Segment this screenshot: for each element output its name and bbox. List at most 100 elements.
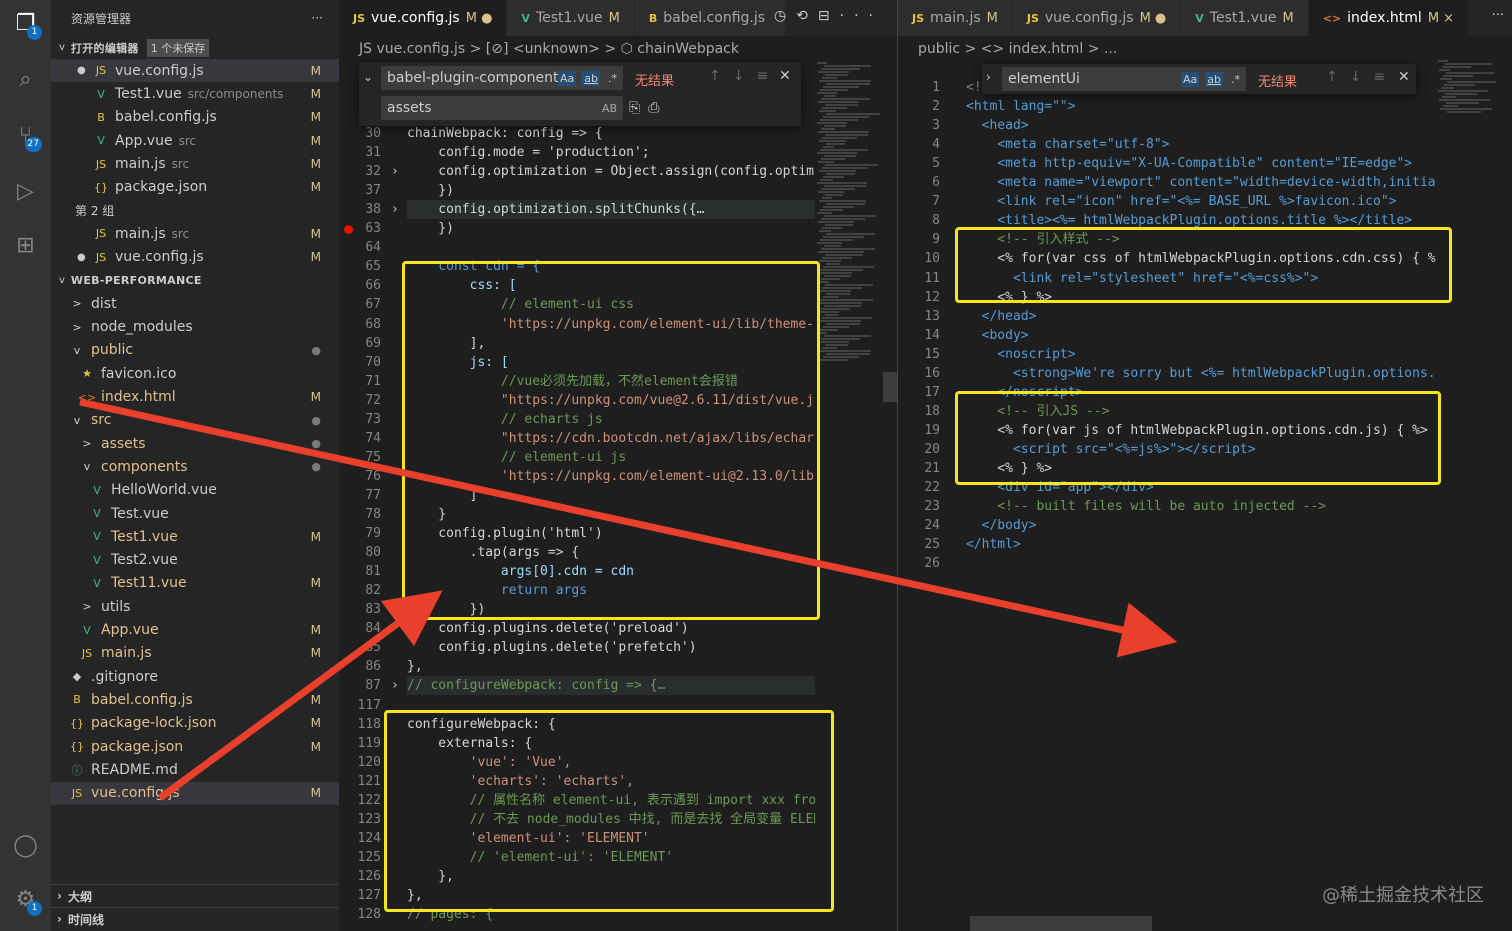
code-line: }) [407,602,486,618]
line-number: 38 [365,202,381,218]
tab-main-js[interactable]: JS main.js M [898,0,1013,36]
outline-section[interactable]: › 大纲 [51,884,339,907]
more-actions-icon[interactable]: ··· [312,11,323,25]
file-tree-item[interactable]: {} package.json M [51,735,339,758]
file-tree-item[interactable]: V Test1.vue M [51,525,339,548]
fold-chevron-icon[interactable]: › [391,162,399,181]
source-control-icon[interactable]: ⑂ 27 [0,112,51,158]
open-editor-item[interactable]: {} package.json M [51,176,339,199]
tab-index-html[interactable]: <> index.html M × [1308,0,1470,36]
open-editor-item[interactable]: V Test1.vue src/components M [51,83,339,106]
line-number: 2 [932,99,940,115]
code-line: config.plugin('html') [407,526,603,542]
explorer-sidebar: 资源管理器 ··· v 打开的编辑器 1 个未保存 ● JS vue.config.js M V… [51,0,339,931]
gear-icon[interactable]: ⚙ 1 [0,876,51,922]
file-tree-item[interactable]: V Test2.vue [51,549,339,572]
breadcrumb-right[interactable]: public > <> index.html > ... [898,36,1512,62]
file-tree-item[interactable]: > node_modules [51,316,339,339]
open-editor-item[interactable]: ● JS vue.config.js M [51,59,339,83]
tab-Test1-vue[interactable]: V Test1.vue M [1181,0,1309,36]
tab-Test1-vue[interactable]: V Test1.vue M [507,0,635,36]
file-tree-item[interactable]: {} package-lock.json M [51,712,339,735]
account-icon[interactable]: ◯ [0,822,51,868]
toggle-replace-icon[interactable]: › [986,70,991,84]
open-editor-item[interactable]: V App.vue src M [51,129,339,152]
search-icon[interactable]: ⌕ [0,56,51,102]
file-tree-item[interactable]: JS main.js M [51,642,339,665]
tab-vue-config-js[interactable]: JS vue.config.js M ● [339,0,508,36]
file-tree-item[interactable]: v src ● [51,409,339,432]
open-editor-item[interactable]: Bbabel.config.js M [51,106,339,129]
code-line: }, [407,888,423,903]
file-tree-item[interactable]: <> index.html M [51,386,339,409]
project-section[interactable]: v WEB-PERFORMANCE [51,269,339,292]
minimap-left[interactable] [817,62,887,382]
line-number: 11 [924,270,940,286]
file-tree-item[interactable]: > dist [51,292,339,315]
code-line: </body> [966,518,1037,534]
file-tree-item[interactable]: Bbabel.config.js M [51,688,339,711]
file-tree-item[interactable]: V HelloWorld.vue [51,479,339,502]
editor-actions[interactable]: ◷⟲⊟··· [774,8,883,24]
regex-toggle[interactable]: .* [606,71,619,86]
extensions-icon[interactable]: ⊞ [0,222,51,268]
file-tree-item[interactable]: v components ● [51,455,339,478]
code-line: config.plugins.delete('preload') [407,621,689,637]
open-editor-item[interactable]: JS main.js src M [51,153,339,176]
scrollbar-left[interactable] [883,62,897,931]
breakpoint-icon[interactable] [344,225,353,234]
regex-toggle[interactable]: .* [1229,72,1242,87]
find-input-right[interactable]: elementUi Aa ab .* [1002,67,1246,91]
settings-badge: 1 [27,901,42,916]
file-tree-item[interactable]: > utils [51,595,339,618]
line-number: 14 [924,327,940,343]
find-nav-buttons[interactable]: ↑↓≡ [709,68,780,84]
line-number: 121 [357,773,381,789]
preserve-case-toggle[interactable]: AB [602,102,617,115]
code-line: config.optimization.splitChunks({… [407,200,815,220]
close-icon[interactable]: ✕ [779,68,791,84]
file-tree-item[interactable]: ◆ .gitignore [51,665,339,688]
replace-input[interactable]: assets AB [381,96,623,120]
code-line: } [407,507,447,522]
whole-word-toggle[interactable]: ab [582,70,600,86]
match-case-toggle[interactable]: Aa [558,70,577,86]
breadcrumb-left[interactable]: JS vue.config.js > [⊘] <unknown> > ⬡ cha… [339,36,897,62]
match-case-toggle[interactable]: Aa [1181,71,1200,87]
file-tree-item[interactable]: V Test.vue [51,502,339,525]
open-editor-item[interactable]: ● JS vue.config.js M [51,246,339,269]
line-number: 64 [365,240,381,256]
file-tree-item[interactable]: ★ favicon.ico [51,362,339,385]
open-editors-section[interactable]: v 打开的编辑器 1 个未保存 [51,36,339,59]
tab-vue-config-js[interactable]: JS vue.config.js M ● [1012,0,1182,36]
find-nav-buttons-right[interactable]: ↑↓≡ [1326,69,1397,85]
find-input[interactable]: babel-plugin-component Aa ab .* [381,66,623,90]
tab-babel-config-js[interactable]: Bbabel.config.js [634,0,787,36]
fold-chevron-icon[interactable]: › [391,200,399,219]
code-line: // 属性名称 element-ui, 表示遇到 import xxx from [407,792,815,808]
file-tree-item[interactable]: V Test11.vue M [51,572,339,595]
whole-word-toggle[interactable]: ab [1205,71,1223,87]
run-debug-icon[interactable]: ▷ [0,168,51,214]
explorer-icon[interactable]: ❐ 1 [0,0,51,46]
more-actions-icon[interactable]: ··· [1492,8,1504,23]
file-tree-item[interactable]: V App.vue M [51,619,339,642]
horizontal-scrollbar[interactable] [970,916,1152,931]
file-tree-item[interactable]: ⓘ README.md [51,758,339,781]
line-number: 120 [357,754,381,770]
line-number: 117 [357,697,381,713]
line-number: 78 [365,507,381,522]
toggle-replace-icon[interactable]: ⌄ [363,70,373,84]
fold-chevron-icon[interactable]: › [391,676,399,695]
file-tree-item[interactable]: JS vue.config.js M [51,781,339,805]
code-line: .tap(args => { [407,545,580,561]
file-tree-item[interactable]: v public ● [51,339,339,362]
minimap-right[interactable] [1438,60,1508,120]
file-tree-item[interactable]: > assets ● [51,432,339,455]
timeline-section[interactable]: › 时间线 [51,907,339,930]
open-editor-item[interactable]: JS main.js src M [51,222,339,245]
line-number: 75 [365,449,381,465]
close-icon[interactable]: ✕ [1398,69,1410,85]
replace-buttons[interactable]: ⎘⎙ [629,100,667,116]
find-result-count: 无结果 [635,74,675,89]
